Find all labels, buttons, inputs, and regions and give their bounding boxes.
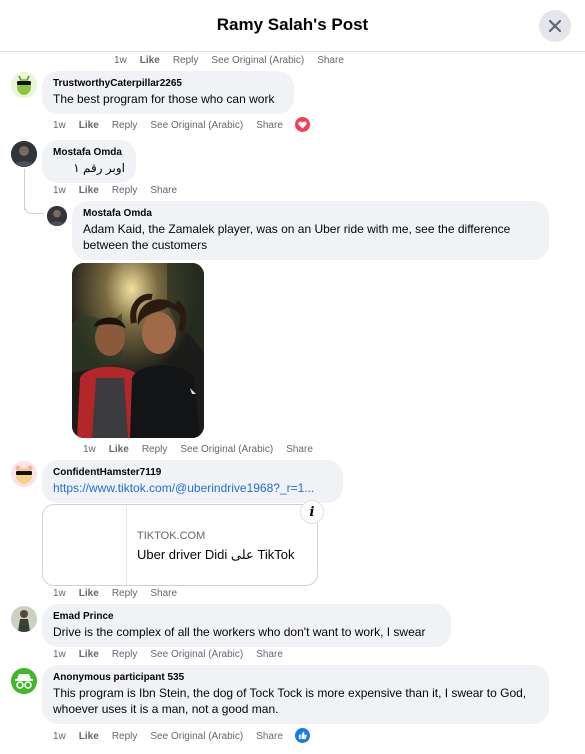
comment-text: Drive is the complex of all the workers … [53,625,426,639]
comment-actions: 1w Like Reply Share [53,185,190,196]
love-icon[interactable] [295,117,310,132]
commenter-name[interactable]: Mostafa Omda [53,146,125,160]
share-button[interactable]: Share [317,55,344,66]
close-icon [548,19,562,33]
comment-time: 1w [53,185,66,196]
comment-bubble: TrustworthyCaterpillar2265 The best prog… [42,71,294,114]
user-photo-icon [47,206,67,226]
like-reaction-icon[interactable] [295,728,310,743]
comment-time: 1w [114,55,127,66]
comment-actions: 1w Like Reply See Original (Arabic) Shar… [53,731,296,742]
heart-icon [298,120,307,129]
like-button[interactable]: Like [79,649,99,660]
dialog-title: Ramy Salah's Post [216,15,369,34]
see-original-button[interactable]: See Original (Arabic) [150,731,243,742]
see-original-button[interactable]: See Original (Arabic) [150,120,243,131]
share-button[interactable]: Share [150,185,177,196]
commenter-name[interactable]: Anonymous participant 535 [53,671,538,685]
commenter-name[interactable]: TrustworthyCaterpillar2265 [53,77,283,91]
reply-button[interactable]: Reply [112,731,138,742]
anonymous-participant-icon [11,668,37,694]
thread-connector [24,200,44,214]
reply-button[interactable]: Reply [112,588,138,599]
avatar[interactable] [11,141,37,167]
user-photo-icon [11,606,37,632]
reply-button[interactable]: Reply [112,120,138,131]
commenter-name[interactable]: Mostafa Omda [83,207,538,221]
like-button[interactable]: Like [79,588,99,599]
like-button[interactable]: Like [109,444,129,455]
reply-button[interactable]: Reply [112,649,138,660]
comment-bubble: ConfidentHamster7119 https://www.tiktok.… [42,460,343,503]
comment-text: Adam Kaid, the Zamalek player, was on an… [83,222,511,252]
like-button[interactable]: Like [79,120,99,131]
share-button[interactable]: Share [256,120,283,131]
avatar[interactable] [11,668,37,694]
reply-button[interactable]: Reply [173,55,199,66]
link-preview-domain: TIKTOK.COM [137,530,206,542]
hamster-avatar-icon [11,461,37,487]
comment-actions: 1w Like Reply See Original (Arabic) Shar… [53,649,296,660]
commenter-name[interactable]: Emad Prince [53,610,440,624]
share-button[interactable]: Share [256,649,283,660]
see-original-button[interactable]: See Original (Arabic) [150,649,243,660]
see-original-button[interactable]: See Original (Arabic) [211,55,304,66]
like-button[interactable]: Like [79,185,99,196]
comment-actions: 1w Like Reply See Original (Arabic) Shar… [114,55,357,66]
comment-time: 1w [53,731,66,742]
close-button[interactable] [539,10,571,42]
comment-bubble: Emad Prince Drive is the complex of all … [42,604,451,647]
avatar[interactable] [47,206,67,226]
comment-text: The best program for those who can work [53,92,275,106]
reply-button[interactable]: Reply [112,185,138,196]
comment-actions: 1w Like Reply See Original (Arabic) Shar… [53,120,296,131]
user-photo-icon [11,141,37,167]
comment-bubble: Anonymous participant 535 This program i… [42,665,549,724]
link-preview-card[interactable]: TIKTOK.COM Uber driver Didi على TikTok [42,504,318,586]
comment-time: 1w [83,444,96,455]
link-preview-thumbnail [43,505,127,585]
share-button[interactable]: Share [150,588,177,599]
post-dialog-header: Ramy Salah's Post [0,0,585,52]
comment-time: 1w [53,588,66,599]
comment-actions: 1w Like Reply See Original (Arabic) Shar… [83,444,326,455]
caterpillar-avatar-icon [11,72,37,98]
comment-photo[interactable] [72,263,204,438]
like-button[interactable]: Like [79,731,99,742]
info-icon[interactable]: i [300,500,324,524]
comment-text: This program is Ibn Stein, the dog of To… [53,686,527,716]
photo-image [72,263,204,438]
comment-link[interactable]: https://www.tiktok.com/@uberindrive1968?… [53,480,332,496]
comment-time: 1w [53,649,66,660]
avatar[interactable] [11,461,37,487]
link-preview-title: Uber driver Didi على TikTok [137,547,295,562]
avatar[interactable] [11,72,37,98]
thumbs-up-icon [298,731,307,740]
comment-text: اوبر رقم ١ [73,161,125,175]
comment-time: 1w [53,120,66,131]
reply-button[interactable]: Reply [142,444,168,455]
like-button[interactable]: Like [140,55,160,66]
commenter-name[interactable]: ConfidentHamster7119 [53,466,332,480]
share-button[interactable]: Share [256,731,283,742]
comment-bubble: Mostafa Omda Adam Kaid, the Zamalek play… [72,201,549,260]
avatar[interactable] [11,606,37,632]
comment-bubble: Mostafa Omda اوبر رقم ١ [42,140,136,183]
share-button[interactable]: Share [286,444,313,455]
comment-actions: 1w Like Reply Share [53,588,190,599]
see-original-button[interactable]: See Original (Arabic) [180,444,273,455]
